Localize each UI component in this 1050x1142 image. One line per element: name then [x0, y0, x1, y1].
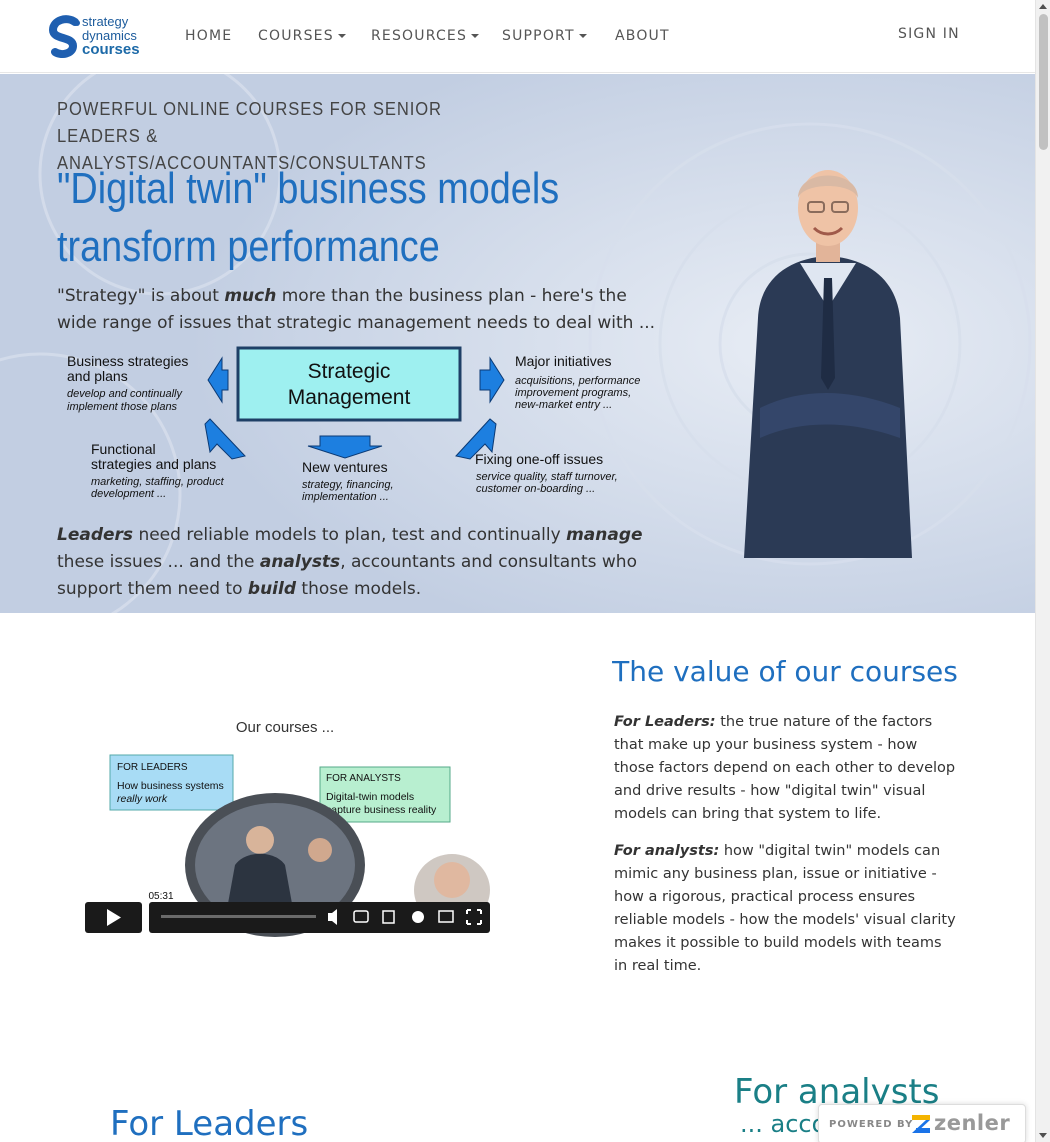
settings-gear-icon[interactable] [412, 911, 424, 923]
diagram-bl-title-2: strategies and plans [91, 456, 216, 472]
video-time: 05:31 [148, 891, 173, 902]
analysts-box-title: FOR ANALYSTS [326, 773, 401, 784]
leaders-emphasis: Leaders [57, 525, 134, 545]
hero-title: "Digital twin" business models transform… [57, 164, 560, 271]
diagram-tl-sub: develop and continually [67, 388, 183, 400]
nav-resources[interactable]: RESOURCES [371, 28, 480, 44]
arrow-left-icon [207, 356, 229, 404]
logo-text: strategy dynamics courses [82, 14, 140, 58]
chevron-down-icon [578, 34, 587, 38]
nav-courses[interactable]: COURSES [258, 28, 346, 44]
nav-support[interactable]: SUPPORT [502, 28, 587, 44]
diagram-bl-title: Functional [91, 441, 156, 457]
leaders-section-heading: For Leaders [110, 1104, 309, 1142]
diagram-bm-sub-2: implementation ... [302, 491, 389, 503]
nav-support-label: SUPPORT [502, 28, 575, 44]
diagram-br-sub-2: customer on-boarding ... [476, 483, 595, 495]
build-emphasis: build [247, 579, 297, 599]
diagram-bm-sub: strategy, financing, [302, 479, 394, 491]
nav-resources-label: RESOURCES [371, 28, 468, 44]
hero-intro: "Strategy" is about much more than the b… [57, 283, 657, 337]
diagram-center-line-2: Management [288, 386, 411, 409]
diagram-tl-sub-2: implement those plans [67, 401, 178, 413]
diagram-bm-title: New ventures [302, 459, 388, 475]
intro-emphasis: much [224, 286, 277, 306]
diagram-tl-title: Business strategies [67, 353, 188, 369]
arrow-right-icon [479, 356, 505, 404]
analysts-section-subheading: ... acco [740, 1110, 827, 1138]
top-navbar: strategy dynamics courses HOME COURSES R… [0, 0, 1035, 73]
nav-courses-label: COURSES [258, 28, 334, 44]
diagram-tr-sub-3: new-market entry ... [515, 399, 612, 411]
value-title: The value of our courses [612, 655, 958, 688]
diagram-bl-sub: marketing, staffing, product [91, 476, 225, 488]
manage-emphasis: manage [566, 525, 643, 545]
intro-video-player[interactable]: Our courses ... FOR LEADERS How business… [85, 700, 490, 940]
nav-about[interactable]: ABOUT [615, 28, 670, 44]
scroll-down-icon[interactable] [1039, 1133, 1047, 1138]
analysts-box-text-1: Digital-twin models [326, 791, 414, 803]
hero-bottom-text: Leaders need reliable models to plan, te… [57, 522, 667, 603]
logo-line-3: courses [82, 41, 140, 58]
zenler-logo-icon [912, 1115, 930, 1133]
diagram-br-title: Fixing one-off issues [475, 451, 603, 467]
diagram-tr-sub: acquisitions, performance [515, 375, 640, 387]
diagram-tl-title-2: and plans [67, 368, 128, 384]
scrollbar-thumb[interactable] [1039, 14, 1048, 150]
bottom-text-4: those models. [296, 579, 422, 599]
value-leaders-paragraph: For Leaders: the true nature of the fact… [614, 711, 959, 826]
diagram-tr-sub-2: improvement programs, [515, 387, 631, 399]
leaders-box-title: FOR LEADERS [117, 762, 188, 773]
diagram-bl-sub-2: development ... [91, 488, 166, 500]
sign-in-link[interactable]: SIGN IN [898, 26, 960, 42]
bottom-text-2: these issues ... and the [57, 552, 260, 572]
value-analysts-label: For analysts: [614, 843, 720, 859]
diagram-tr-title: Major initiatives [515, 353, 611, 369]
value-leaders-text: the true nature of the factors that make… [614, 714, 956, 822]
analysts-box-text-2: capture business reality [326, 804, 437, 816]
arrow-down-left-icon [204, 418, 246, 460]
zenler-brand: zenler [934, 1111, 1011, 1135]
bottom-text-1: need reliable models to plan, test and c… [133, 525, 567, 545]
intro-text-1: "Strategy" is about [57, 286, 225, 306]
site-logo[interactable]: strategy dynamics courses [48, 14, 140, 60]
video-heading: Our courses ... [236, 719, 334, 736]
powered-by-zenler-badge[interactable]: POWERED BY zenler [818, 1104, 1026, 1142]
chevron-down-icon [471, 34, 480, 38]
video-progress-bar[interactable] [161, 915, 316, 918]
strategic-management-diagram: Strategic Management Business strategies… [67, 346, 640, 503]
value-leaders-label: For Leaders: [614, 714, 716, 730]
nav-home[interactable]: HOME [185, 28, 232, 44]
diagram-br-sub: service quality, staff turnover, [476, 471, 618, 483]
hero-section: POWERFUL ONLINE COURSES FOR SENIOR LEADE… [0, 74, 1035, 613]
scroll-up-icon[interactable] [1039, 4, 1047, 9]
leaders-box-text: How business systems [117, 780, 224, 792]
logo-line-1: strategy [82, 14, 129, 29]
value-analysts-text: how "digital twin" models can mimic any … [614, 843, 956, 974]
analysts-emphasis: analysts [259, 552, 341, 572]
chevron-down-icon [337, 34, 346, 38]
logo-mark-icon [48, 15, 80, 58]
leaders-box-em: really work [117, 793, 168, 805]
page-scrollbar[interactable] [1035, 0, 1050, 1142]
diagram-center-line-1: Strategic [308, 360, 391, 383]
value-analysts-paragraph: For analysts: how "digital twin" models … [614, 840, 959, 978]
presenter-portrait [744, 170, 912, 558]
arrow-down-icon [307, 435, 383, 459]
zenler-powered-label: POWERED BY [829, 1119, 914, 1130]
